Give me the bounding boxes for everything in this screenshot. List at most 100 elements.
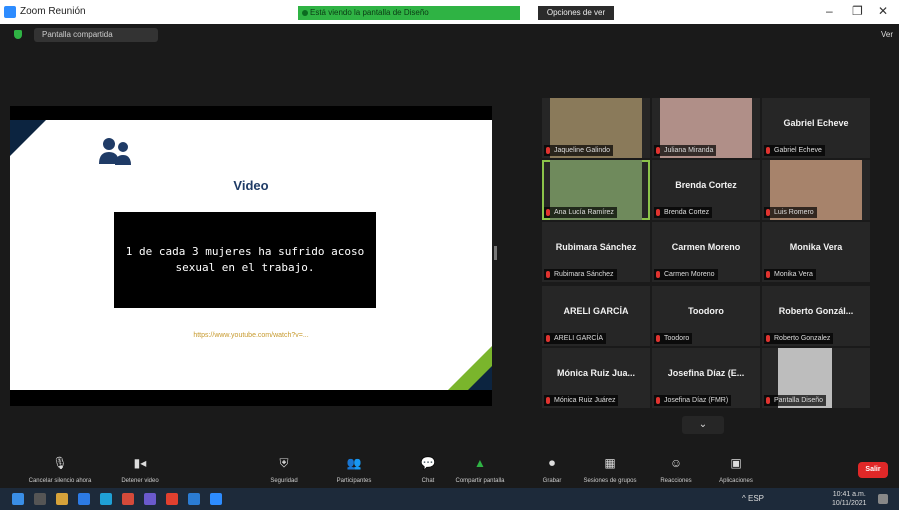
task-view-icon[interactable] bbox=[34, 493, 46, 505]
close-icon[interactable]: ✕ bbox=[878, 4, 888, 18]
participant-label: Ana Lucía Ramírez bbox=[544, 207, 617, 218]
participant-tile[interactable]: Mónica Ruiz Jua... Mónica Ruiz Juárez bbox=[542, 348, 650, 408]
participant-name: Gabriel Echeve bbox=[783, 118, 849, 128]
store-icon[interactable] bbox=[78, 493, 90, 505]
viewing-screen-banner: Está viendo la pantalla de Diseño bbox=[298, 6, 520, 20]
shared-screen-label[interactable]: Pantalla compartida bbox=[34, 28, 158, 42]
participant-label: Toodoro bbox=[654, 333, 693, 344]
toolbar-button[interactable]: ▮◂ Detener video bbox=[108, 456, 172, 484]
meeting-top-bar: Pantalla compartida Ver bbox=[0, 24, 899, 46]
view-options-button[interactable]: Opciones de ver bbox=[538, 6, 614, 20]
slide-corner-decoration bbox=[10, 120, 46, 156]
chevron-down-icon: ⌄ bbox=[698, 419, 708, 430]
participant-label: ARELI GARCÍA bbox=[544, 333, 607, 344]
participant-label-text: Gabriel Echeve bbox=[774, 147, 822, 154]
participant-tile[interactable]: Gabriel Echeve Gabriel Echeve bbox=[762, 98, 870, 158]
slide-video-box[interactable]: 1 de cada 3 mujeres ha sufrido acoso sex… bbox=[114, 212, 376, 308]
participant-tile[interactable]: Jaqueline Galindo bbox=[542, 98, 650, 158]
participant-tile[interactable]: Rubimara Sánchez Rubimara Sánchez bbox=[542, 222, 650, 282]
participant-label-text: Jaqueline Galindo bbox=[554, 147, 611, 154]
chrome-browser-icon[interactable] bbox=[122, 493, 134, 505]
taskbar-clock[interactable]: 10:41 a.m. 10/11/2021 bbox=[832, 490, 867, 508]
participant-tile[interactable]: Roberto Gonzál... Roberto Gonzalez bbox=[762, 286, 870, 346]
windows-start-icon[interactable] bbox=[12, 493, 24, 505]
participant-label-text: Carmen Moreno bbox=[664, 271, 715, 278]
participant-label: Juliana Miranda bbox=[654, 145, 717, 156]
microphone-icon: 🎙 bbox=[52, 456, 68, 470]
slide-title: Video bbox=[233, 178, 269, 193]
participant-tile[interactable]: Pantalla Diseño bbox=[762, 348, 870, 408]
presentation-slide: Video 1 de cada 3 mujeres ha sufrido aco… bbox=[10, 120, 492, 390]
maximize-icon[interactable]: ❐ bbox=[852, 4, 863, 18]
muted-mic-icon bbox=[656, 335, 660, 342]
toolbar-button[interactable]: ☺ Reacciones bbox=[644, 456, 708, 484]
participant-tile[interactable]: ARELI GARCÍA ARELI GARCÍA bbox=[542, 286, 650, 346]
participant-tile[interactable]: Josefina Díaz (E... Josefina Díaz (FMR) bbox=[652, 348, 760, 408]
splitter-handle[interactable] bbox=[494, 246, 497, 260]
slide-video-text: 1 de cada 3 mujeres ha sufrido acoso sex… bbox=[125, 245, 365, 274]
participant-tile[interactable]: Carmen Moreno Carmen Moreno bbox=[652, 222, 760, 282]
toolbar-button-label: Aplicaciones bbox=[719, 478, 753, 484]
window-title-bar: Zoom Reunión Está viendo la pantalla de … bbox=[0, 0, 899, 24]
toolbar-button-label: Grabar bbox=[542, 478, 562, 484]
toolbar-button-label: Detener video bbox=[121, 478, 159, 484]
muted-mic-icon bbox=[766, 209, 770, 216]
people-icon bbox=[99, 138, 131, 165]
participant-label-text: Toodoro bbox=[664, 335, 690, 342]
participant-label: Monika Vera bbox=[764, 269, 816, 280]
muted-mic-icon bbox=[546, 271, 550, 278]
toolbar-button[interactable]: ▲ Compartir pantalla bbox=[448, 456, 512, 484]
participant-label: Roberto Gonzalez bbox=[764, 333, 834, 344]
edge-browser-icon[interactable] bbox=[100, 493, 112, 505]
participant-tile[interactable]: Brenda Cortez Brenda Cortez bbox=[652, 160, 760, 220]
participant-tile[interactable]: Juliana Miranda bbox=[652, 98, 760, 158]
leave-meeting-button[interactable]: Salir bbox=[858, 462, 888, 478]
participant-tile[interactable]: Ana Lucía Ramírez bbox=[542, 160, 650, 220]
participant-label-text: Roberto Gonzalez bbox=[774, 335, 831, 342]
video-camera-icon: ▮◂ bbox=[133, 456, 147, 470]
participant-label: Gabriel Echeve bbox=[764, 145, 825, 156]
zoom-taskbar-icon[interactable] bbox=[210, 493, 222, 505]
view-button[interactable]: Ver bbox=[881, 30, 893, 39]
participant-tile[interactable]: Toodoro Toodoro bbox=[652, 286, 760, 346]
muted-mic-icon bbox=[546, 335, 550, 342]
participant-tile[interactable]: Monika Vera Monika Vera bbox=[762, 222, 870, 282]
reactions-icon: ☺ bbox=[669, 456, 683, 470]
muted-mic-icon bbox=[766, 335, 770, 342]
toolbar-button[interactable]: ⛨ Seguridad bbox=[252, 456, 316, 484]
minimize-icon[interactable]: – bbox=[826, 4, 833, 18]
toolbar-button-label: Seguridad bbox=[270, 478, 298, 484]
encryption-shield-icon[interactable] bbox=[14, 30, 22, 39]
participant-label: Josefina Díaz (FMR) bbox=[654, 395, 732, 406]
participant-name: Roberto Gonzál... bbox=[778, 306, 854, 316]
participant-label-text: Pantalla Diseño bbox=[774, 397, 824, 404]
participant-name: Rubimara Sánchez bbox=[555, 242, 637, 252]
participant-label: Rubimara Sánchez bbox=[544, 269, 617, 280]
app-icon[interactable] bbox=[144, 493, 156, 505]
toolbar-button[interactable]: ▣ Aplicaciones bbox=[704, 456, 768, 484]
notifications-icon[interactable] bbox=[878, 494, 888, 504]
toolbar-button[interactable]: ▦ Sesiones de grupos bbox=[578, 456, 642, 484]
toolbar-button[interactable]: ⏺ Grabar bbox=[520, 456, 584, 484]
shared-screen-area: Video 1 de cada 3 mujeres ha sufrido aco… bbox=[10, 106, 492, 406]
participants-icon: 👥 bbox=[346, 456, 362, 470]
muted-mic-icon bbox=[656, 147, 660, 154]
participant-label: Carmen Moreno bbox=[654, 269, 718, 280]
shield-icon: ⛨ bbox=[279, 456, 289, 470]
system-tray[interactable]: ^ ESP bbox=[742, 494, 764, 503]
gallery-next-page-button[interactable]: ⌄ bbox=[682, 416, 724, 434]
toolbar-button[interactable]: 🎙 Cancelar silencio ahora bbox=[20, 456, 100, 484]
muted-mic-icon bbox=[546, 397, 550, 404]
toolbar-button-label: Sesiones de grupos bbox=[583, 478, 637, 484]
participant-name: Mónica Ruiz Jua... bbox=[556, 368, 635, 378]
apps-icon: ▣ bbox=[730, 456, 742, 470]
zoom-app-icon bbox=[4, 6, 16, 18]
word-icon[interactable] bbox=[188, 493, 200, 505]
participant-label: Brenda Cortez bbox=[654, 207, 713, 218]
toolbar-button[interactable]: 👥 Participantes bbox=[322, 456, 386, 484]
participant-label: Mónica Ruiz Juárez bbox=[544, 395, 619, 406]
slide-video-link[interactable]: https://www.youtube.com/watch?v=... bbox=[10, 332, 492, 339]
participant-tile[interactable]: Luis Romero bbox=[762, 160, 870, 220]
file-explorer-icon[interactable] bbox=[56, 493, 68, 505]
powerpoint-icon[interactable] bbox=[166, 493, 178, 505]
